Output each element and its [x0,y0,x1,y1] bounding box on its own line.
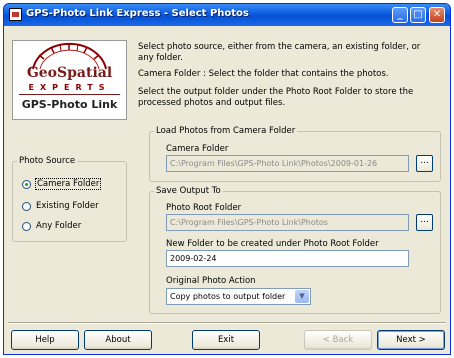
radio-label-camera-folder: Camera Folder [34,178,102,190]
logo-text-gps-photo-link: GPS-Photo Link [21,98,118,111]
maximize-button[interactable]: □ [410,7,426,23]
help-button[interactable]: Help [11,330,79,350]
next-button[interactable]: Next > [377,330,445,350]
logo-text-experts: EXPERTS [28,83,111,92]
window-title: GPS-Photo Link Express - Select Photos [26,8,249,19]
camera-folder-field[interactable]: C:\Program Files\GPS-Photo Link\Photos\2… [166,155,409,172]
back-button[interactable]: < Back [304,330,372,350]
new-folder-label: New Folder to be created under Photo Roo… [166,239,379,249]
radio-any-folder[interactable]: Any Folder [22,220,122,234]
load-photos-legend: Load Photos from Camera Folder [156,126,296,136]
about-button[interactable]: About [84,330,152,350]
photo-action-label: Original Photo Action [166,276,256,286]
dialog-window: GPS-Photo Link Express - Select Photos _… [3,3,451,355]
load-photos-group: Load Photos from Camera Folder [149,126,441,182]
logo-divider [19,94,120,95]
close-button[interactable]: ✕ [429,7,445,23]
radio-existing-folder[interactable]: Existing Folder [22,200,122,214]
radio-button-icon[interactable] [22,222,31,231]
app-icon [9,8,22,21]
radio-label-any-folder: Any Folder [36,221,82,231]
photo-root-browse-button[interactable]: ... [416,214,433,231]
photo-action-value: Copy photos to output folder [170,292,286,301]
new-folder-field[interactable]: 2009-02-24 [166,250,409,267]
chevron-down-icon[interactable]: ▼ [295,290,309,303]
description-camera-folder: Camera Folder : Select the folder that c… [138,69,389,79]
geospatial-experts-logo: GeoSpatial EXPERTS GPS-Photo Link [12,40,127,120]
description-photo-source: Select photo source, either from the cam… [138,42,421,63]
radio-button-icon[interactable] [22,202,31,211]
title-bar[interactable]: GPS-Photo Link Express - Select Photos _… [4,4,450,26]
minimize-button[interactable]: _ [392,7,408,23]
radio-label-existing-folder: Existing Folder [36,201,99,211]
footer-divider [8,322,446,324]
exit-button[interactable]: Exit [192,330,260,350]
save-output-legend: Save Output To [156,186,221,196]
logo-text-geospatial: GeoSpatial [26,65,113,81]
photo-root-folder-field[interactable]: C:\Program Files\GPS-Photo Link\Photos [166,214,409,231]
description-output-folder: Select the output folder under the Photo… [138,87,414,108]
photo-source-legend: Photo Source [19,156,76,166]
photo-action-select[interactable]: Copy photos to output folder ▼ [166,288,311,305]
radio-button-icon[interactable] [22,180,31,189]
camera-folder-browse-button[interactable]: ... [416,155,433,172]
photo-root-folder-label: Photo Root Folder [166,203,242,213]
radio-camera-folder[interactable]: Camera Folder [22,178,122,192]
camera-folder-label: Camera Folder [166,144,229,154]
